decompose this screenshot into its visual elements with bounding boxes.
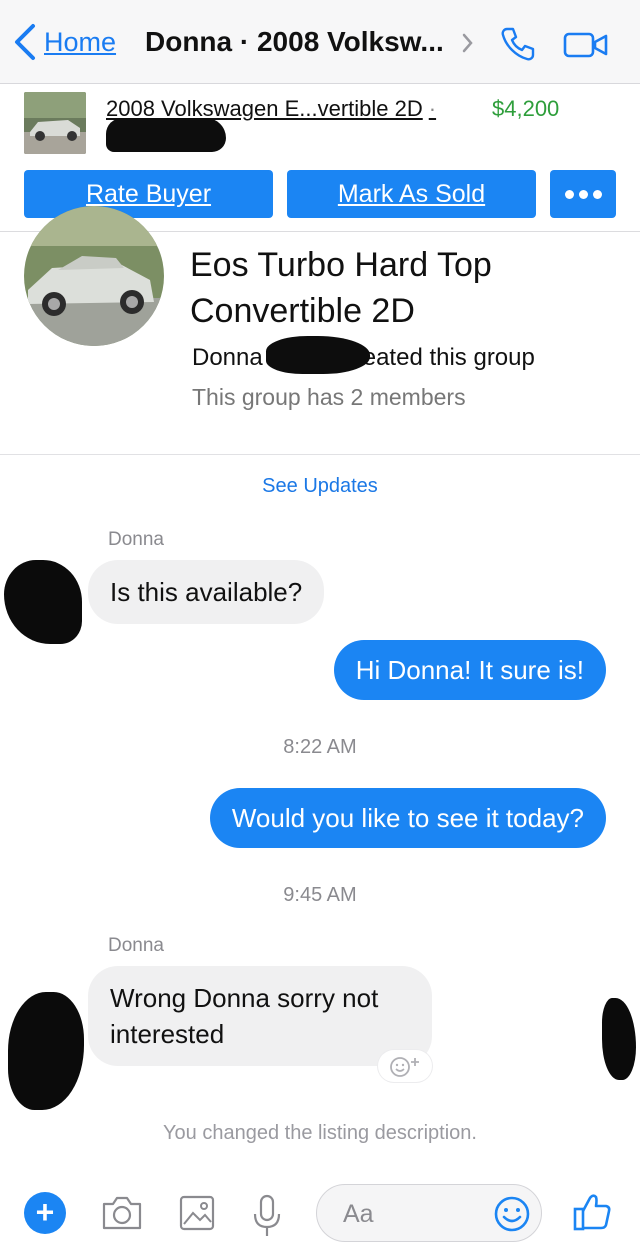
back-label: Home <box>44 26 117 57</box>
incoming-message[interactable]: Is this available? <box>88 560 325 624</box>
group-member-count: This group has 2 members <box>192 384 466 410</box>
conversation-title[interactable]: Donna · 2008 Volksw... <box>145 26 444 58</box>
microphone-icon[interactable] <box>252 1194 282 1238</box>
chevron-left-icon <box>15 24 35 60</box>
video-call-icon[interactable] <box>562 30 610 60</box>
redaction-mark <box>266 336 370 374</box>
add-reaction-button[interactable] <box>378 1050 432 1082</box>
rate-buyer-button[interactable]: Rate Buyer <box>24 170 273 218</box>
message-input[interactable]: Aa <box>316 1184 542 1242</box>
group-avatar[interactable] <box>24 206 164 346</box>
phone-call-icon[interactable] <box>498 24 538 64</box>
chevron-right-icon[interactable] <box>460 30 476 56</box>
add-reaction-icon <box>390 1057 419 1077</box>
message-sender: Donna <box>108 529 164 550</box>
sender-avatar-redacted[interactable] <box>8 992 84 1110</box>
listing-thumbnail[interactable] <box>24 92 86 154</box>
message-timestamp: 9:45 AM <box>283 884 357 906</box>
emoji-icon[interactable] <box>493 1195 531 1233</box>
listing-separator: · <box>428 96 437 121</box>
back-button[interactable]: Home <box>12 22 116 62</box>
incoming-message[interactable]: Wrong Donna sorry not interested <box>88 966 432 1066</box>
section-divider <box>0 454 640 455</box>
conversation-header: Home Donna · 2008 Volksw... <box>0 0 640 84</box>
message-composer: + Aa <box>0 1170 640 1258</box>
more-dots-icon <box>550 170 616 218</box>
listing-price: $4,200 <box>492 96 560 121</box>
sender-avatar-redacted[interactable] <box>4 560 82 644</box>
created-text: created this group <box>342 344 535 371</box>
thumbs-up-icon[interactable] <box>572 1192 612 1232</box>
message-input-placeholder: Aa <box>343 1200 374 1228</box>
seen-avatar-redacted <box>602 998 636 1080</box>
outgoing-message[interactable]: Would you like to see it today? <box>209 788 606 848</box>
mark-as-sold-button[interactable]: Mark As Sold <box>287 170 536 218</box>
more-options-button[interactable] <box>550 170 616 218</box>
message-sender: Donna <box>108 935 164 956</box>
image-icon[interactable] <box>178 1194 216 1232</box>
outgoing-message[interactable]: Hi Donna! It sure is! <box>333 640 606 700</box>
group-name: Eos Turbo Hard Top Convertible 2D <box>190 246 492 330</box>
see-updates-link[interactable]: See Updates <box>0 475 640 498</box>
message-timestamp: 8:22 AM <box>283 736 357 758</box>
camera-icon[interactable] <box>100 1194 144 1232</box>
system-message: You changed the listing description. <box>163 1122 477 1144</box>
redaction-mark <box>106 118 226 152</box>
plus-icon[interactable]: + <box>24 1192 66 1234</box>
creator-name: Donna <box>192 344 263 371</box>
